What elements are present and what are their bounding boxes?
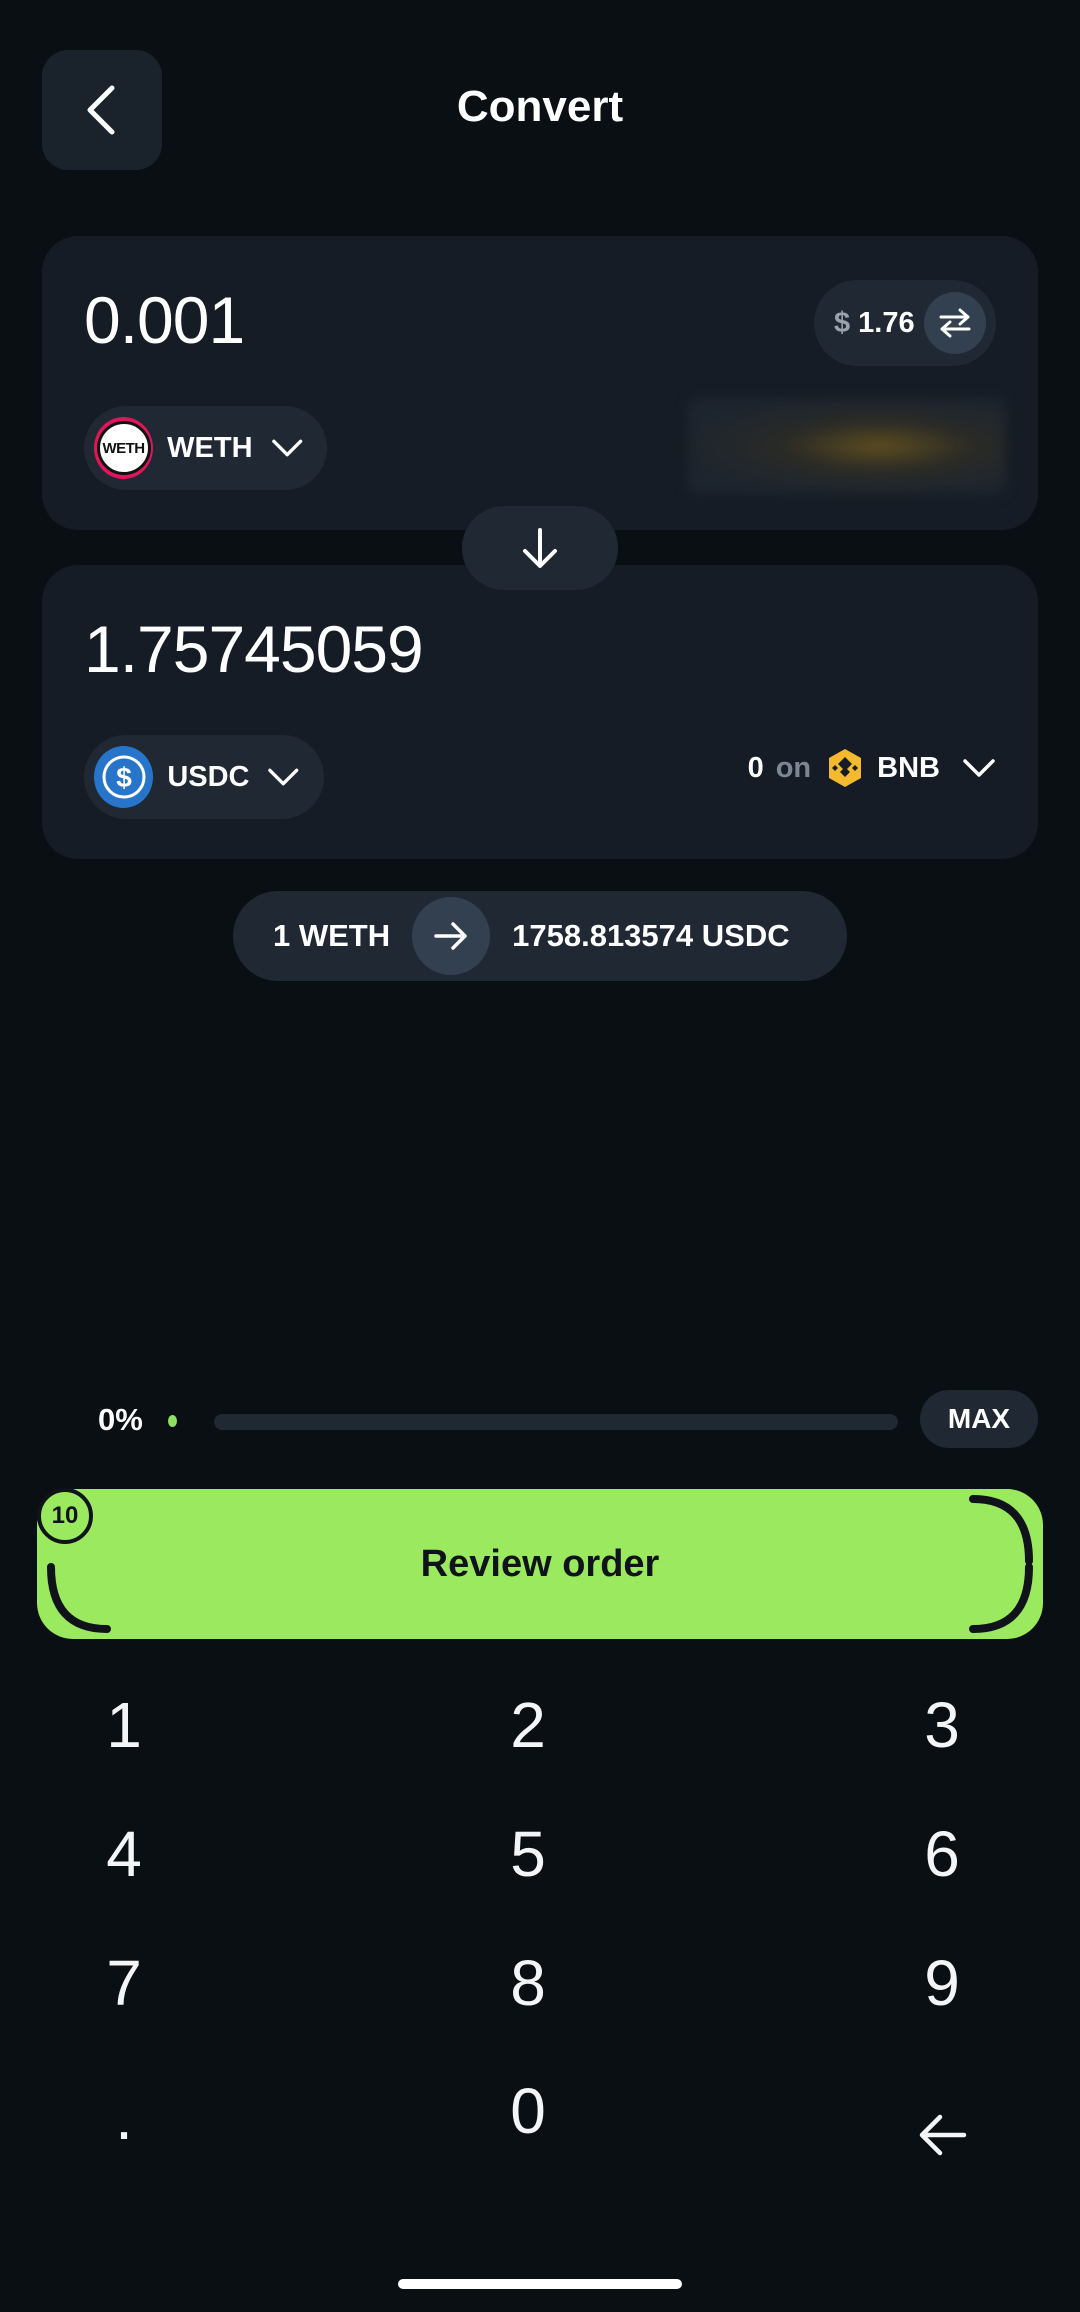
from-card: 0.001 $ 1.76 WETH WETH — [42, 236, 1038, 530]
from-token-selector[interactable]: WETH WETH — [84, 406, 327, 490]
key-9[interactable]: 9 — [842, 1928, 1042, 2038]
to-token-selector[interactable]: $ USDC — [84, 735, 324, 819]
usd-value-toggle[interactable]: $ 1.76 — [814, 280, 996, 366]
weth-logo-icon: WETH — [94, 417, 154, 479]
page-title: Convert — [456, 82, 624, 131]
key-6[interactable]: 6 — [842, 1799, 1042, 1909]
max-button[interactable]: MAX — [920, 1390, 1038, 1448]
key-1[interactable]: 1 — [24, 1670, 224, 1780]
exchange-rate[interactable]: 1 WETH 1758.813574 USDC — [233, 891, 847, 981]
to-balance: 0 — [747, 751, 764, 784]
usd-symbol: $ — [834, 306, 851, 339]
from-token-name: WETH — [167, 431, 253, 464]
blurred-balance — [688, 398, 1006, 494]
key-backspace[interactable] — [842, 2080, 1042, 2190]
home-indicator[interactable] — [398, 2279, 682, 2289]
svg-text:$: $ — [116, 762, 132, 793]
key-7[interactable]: 7 — [24, 1928, 224, 2038]
weth-logo-text: WETH — [102, 439, 145, 457]
amount-slider-row: 0% MAX — [0, 1390, 1080, 1450]
step-badge: 10 — [37, 1488, 93, 1544]
key-2[interactable]: 2 — [428, 1670, 628, 1780]
arrow-down-icon — [523, 528, 557, 568]
from-amount[interactable]: 0.001 — [84, 282, 245, 358]
rate-to: 1758.813574 USDC — [512, 918, 790, 953]
key-4[interactable]: 4 — [24, 1799, 224, 1909]
key-0[interactable]: 0 — [428, 2056, 628, 2166]
rate-arrow-icon — [412, 897, 491, 975]
chevron-down-icon — [963, 759, 995, 777]
key-3[interactable]: 3 — [842, 1670, 1042, 1780]
usdc-logo-icon: $ — [94, 746, 154, 808]
bnb-icon — [829, 749, 862, 787]
slider-track[interactable] — [214, 1414, 898, 1430]
to-amount: 1.75745059 — [84, 612, 424, 686]
key-5[interactable]: 5 — [428, 1799, 628, 1909]
key-8[interactable]: 8 — [428, 1928, 628, 2038]
network-selector[interactable]: 0 on BNB — [748, 747, 996, 789]
chain-name: BNB — [877, 751, 940, 784]
usd-value: 1.76 — [858, 306, 915, 339]
to-card: 1.75745059 $ USDC 0 on BNB — [42, 565, 1038, 859]
key-decimal[interactable]: . — [24, 2062, 224, 2172]
rate-from: 1 WETH — [273, 918, 391, 953]
to-token-name: USDC — [167, 760, 250, 793]
slider-handle[interactable] — [168, 1415, 177, 1427]
flip-direction-button[interactable] — [462, 506, 618, 590]
chevron-down-icon — [268, 768, 299, 786]
percent-label: 0% — [98, 1402, 143, 1437]
on-label: on — [775, 751, 812, 784]
chevron-down-icon — [271, 439, 302, 457]
button-corner-decoration — [47, 1495, 1033, 1633]
swap-currency-button[interactable] — [924, 292, 986, 354]
swap-arrows-icon — [939, 308, 971, 338]
backspace-arrow-icon — [919, 2114, 967, 2156]
